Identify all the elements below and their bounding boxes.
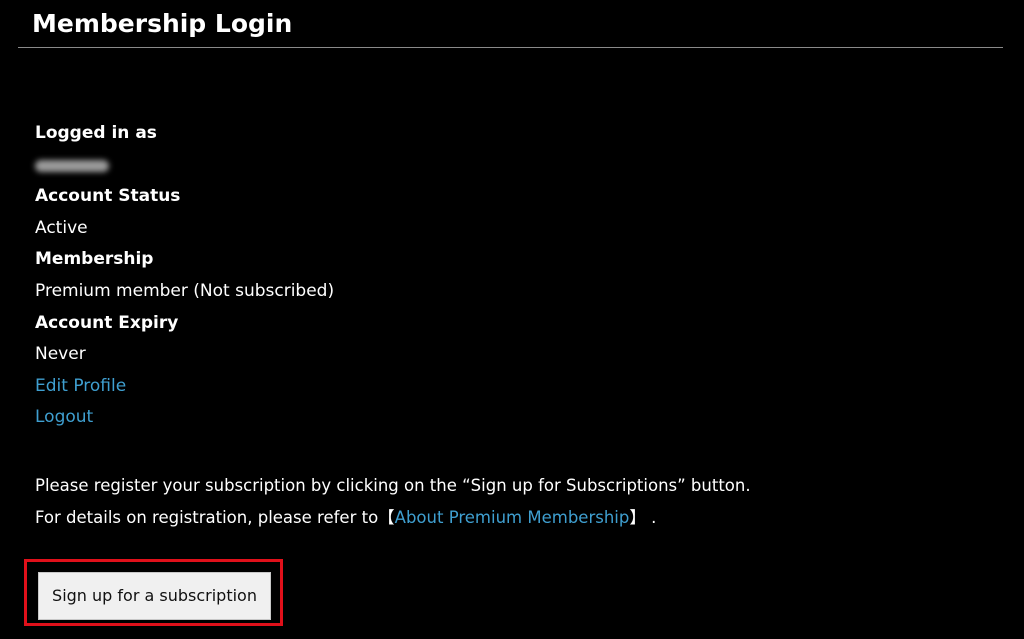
notice-line-2: For details on registration, please refe…: [35, 502, 935, 534]
logged-in-username-row: [35, 150, 735, 182]
edit-profile-link[interactable]: Edit Profile: [35, 376, 126, 396]
account-expiry-label: Account Expiry: [35, 312, 179, 333]
sign-up-subscription-button[interactable]: Sign up for a subscription: [38, 572, 271, 620]
notice-line-2-suffix: .: [645, 508, 657, 527]
bracket-open: 【: [378, 508, 395, 527]
notice-line-2-prefix: For details on registration, please refe…: [35, 508, 379, 527]
account-status-label: Account Status: [35, 186, 181, 207]
account-expiry-value: Never: [35, 344, 86, 365]
subscription-notice: Please register your subscription by cli…: [35, 470, 935, 534]
logout-link[interactable]: Logout: [35, 407, 93, 427]
page-title: Membership Login: [32, 9, 293, 38]
membership-value: Premium member (Not subscribed): [35, 280, 335, 301]
account-info-list: Logged in as Account Status Active Membe…: [35, 118, 735, 434]
bracket-close: 】: [629, 508, 646, 527]
membership-label: Membership: [35, 249, 154, 270]
highlight-frame: Sign up for a subscription: [24, 559, 283, 626]
about-premium-membership-link[interactable]: About Premium Membership: [395, 508, 630, 527]
title-divider: [18, 47, 1003, 48]
logged-in-label: Logged in as: [35, 123, 157, 143]
notice-line-1: Please register your subscription by cli…: [35, 476, 751, 495]
blurred-username: [35, 159, 109, 172]
account-status-value: Active: [35, 217, 88, 238]
